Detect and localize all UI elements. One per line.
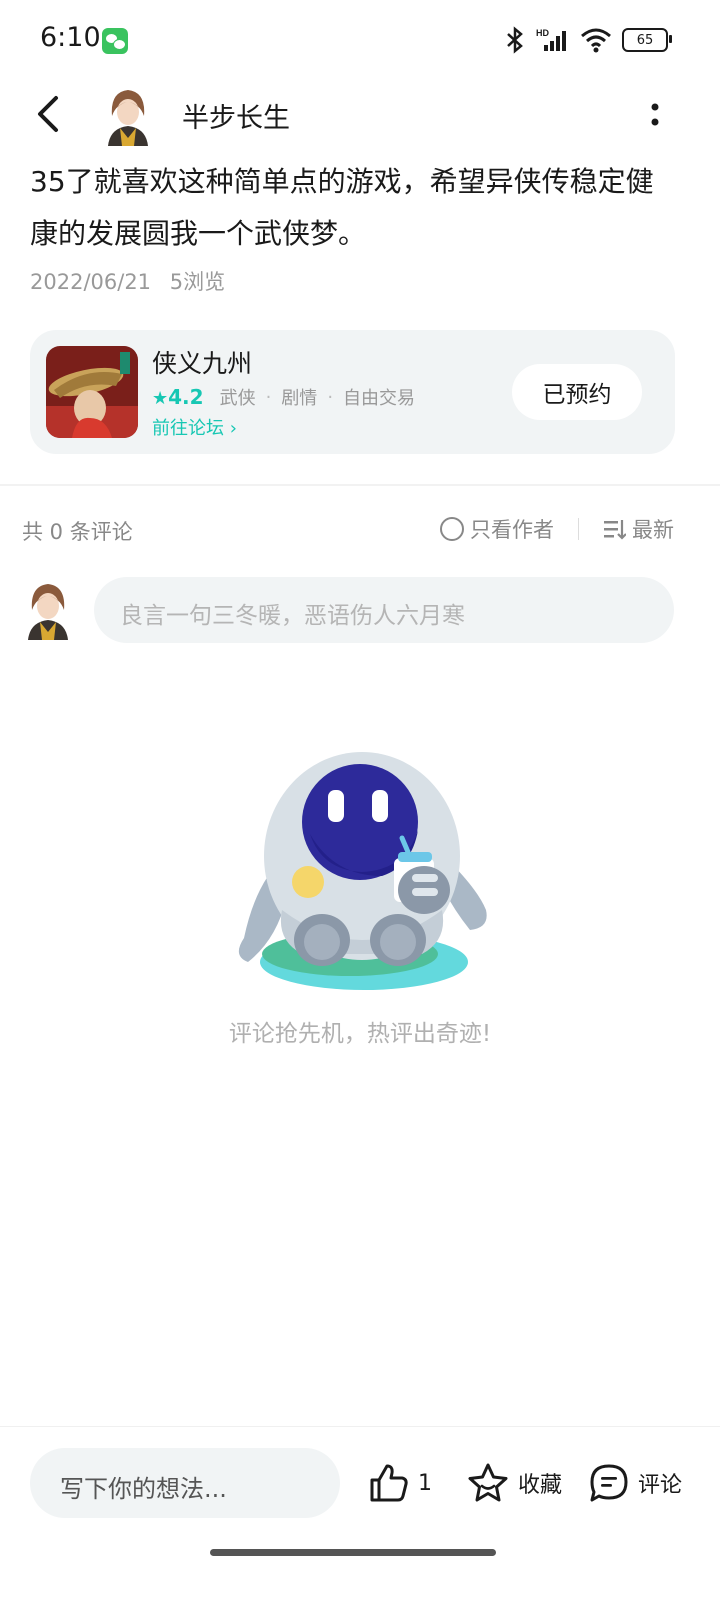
post-text: 35了就喜欢这种简单点的游戏，希望异侠传稳定健康的发展圆我一个武侠梦。 [30, 165, 654, 250]
author-only-toggle[interactable]: 只看作者 [440, 514, 554, 544]
comment-label: 评论 [638, 1473, 683, 1498]
forum-link-label: 前往论坛 [152, 418, 224, 439]
chevron-right-icon: › [229, 418, 237, 439]
status-time: 6:10 [40, 22, 101, 53]
battery-icon: 65 [622, 28, 672, 52]
post-views: 5浏览 [169, 270, 226, 294]
comment-count: 共 0 条评论 [22, 520, 133, 544]
author-avatar[interactable] [104, 86, 152, 146]
like-button[interactable]: 1 [368, 1462, 432, 1504]
bottom-bar-divider [0, 1426, 720, 1427]
post-date: 2022/06/21 [30, 270, 152, 294]
comment-input-placeholder: 良言一句三冬暖，恶语伤人六月寒 [120, 603, 465, 629]
favorite-button[interactable]: 收藏 [466, 1462, 562, 1504]
filter-separator [578, 518, 579, 540]
game-rating-row: ★4.2 武侠 · 剧情 · 自由交易 [152, 384, 415, 410]
game-icon[interactable] [46, 346, 138, 438]
game-tag: 武侠 [219, 388, 256, 409]
user-avatar [28, 584, 68, 640]
post-meta: 2022/06/21 5浏览 [30, 266, 225, 296]
favorite-label: 收藏 [518, 1473, 563, 1498]
tag-separator: · [265, 386, 272, 408]
empty-comments-text: 评论抢先机，热评出奇迹! [228, 1021, 492, 1047]
rating-value: 4.2 [168, 385, 204, 409]
write-comment-placeholder: 写下你的想法... [60, 1475, 227, 1503]
game-tag: 自由交易 [343, 388, 416, 409]
sort-icon [604, 520, 626, 540]
comment-input[interactable]: 良言一句三冬暖，恶语伤人六月寒 [94, 577, 674, 643]
battery-level: 65 [636, 32, 654, 48]
forum-link[interactable]: 前往论坛 › [152, 414, 237, 440]
more-options-icon[interactable] [640, 96, 670, 136]
reserved-button[interactable]: 已预约 [512, 364, 642, 420]
star-icon: ★ [152, 388, 169, 409]
write-comment-input[interactable]: 写下你的想法... [30, 1448, 340, 1518]
rating: ★4.2 [152, 385, 210, 409]
star-outline-icon [468, 1463, 508, 1502]
radio-circle-icon [440, 517, 464, 541]
author-name[interactable]: 半步长生 [182, 96, 290, 135]
game-tag: 剧情 [281, 388, 318, 409]
sort-button[interactable]: 最新 [602, 514, 674, 544]
game-card[interactable]: 侠义九州 ★4.2 武侠 · 剧情 · 自由交易 前往论坛 › 已预约 [30, 330, 675, 454]
wifi-icon [581, 28, 611, 53]
comment-bubble-icon [590, 1464, 628, 1502]
back-arrow-icon[interactable] [30, 92, 70, 136]
sort-label: 最新 [632, 518, 674, 542]
like-count: 1 [418, 1470, 432, 1496]
author-only-label: 只看作者 [470, 518, 554, 542]
status-icons: HD 65 [504, 26, 672, 54]
svg-text:HD: HD [536, 28, 549, 38]
signal-icon: HD [536, 28, 566, 51]
game-name[interactable]: 侠义九州 [152, 344, 252, 380]
thumbs-up-icon [370, 1464, 408, 1502]
tag-separator: · [327, 386, 334, 408]
comment-button[interactable]: 评论 [588, 1462, 682, 1504]
home-indicator[interactable] [210, 1549, 496, 1556]
bluetooth-icon [507, 26, 523, 54]
empty-state-robot-illustration [238, 752, 487, 990]
wechat-notification-icon [102, 28, 128, 54]
section-divider [0, 484, 720, 486]
